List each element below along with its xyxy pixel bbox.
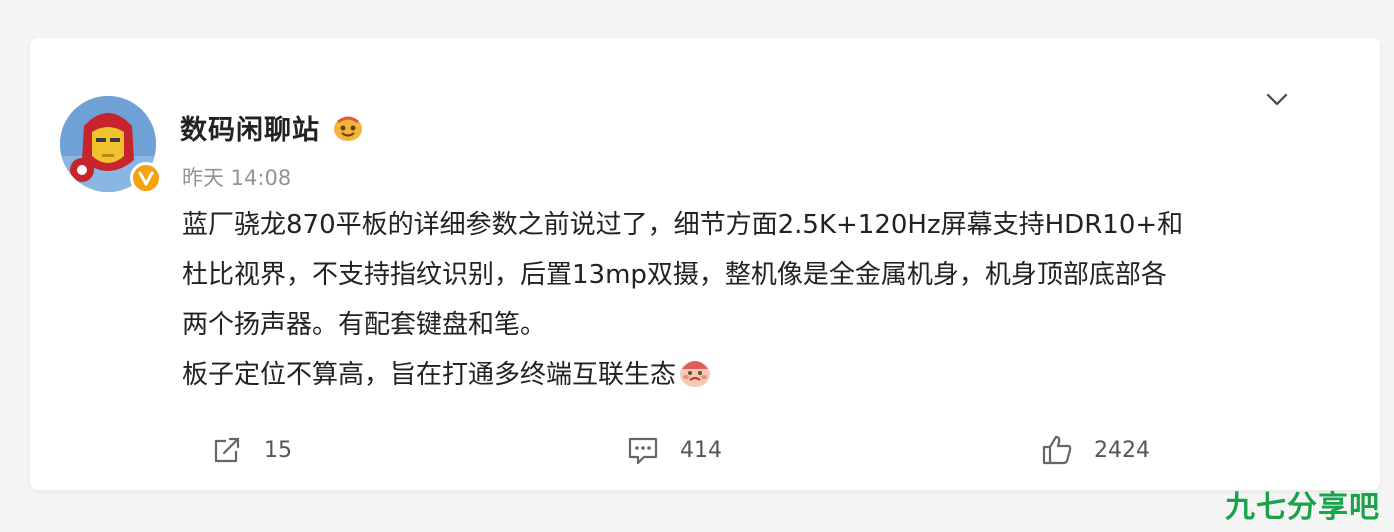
post-content-line: 杜比视界，不支持指纹识别，后置13mp双摄，整机像是全金属机身，机身顶部底部各 <box>182 260 1167 290</box>
super-fan-badge-icon <box>334 116 362 141</box>
chevron-down-icon[interactable] <box>1264 90 1290 110</box>
verified-v-icon <box>138 171 154 186</box>
comment-icon <box>628 437 658 465</box>
post-content-line-last: 板子定位不算高，旨在打通多终端互联生态 <box>182 350 1332 400</box>
username[interactable]: 数码闲聊站 <box>180 108 320 147</box>
watermark: 九七分享吧 <box>1225 490 1380 525</box>
like-button[interactable]: 2424 <box>1040 432 1150 468</box>
post-content-line: 两个扬声器。有配套键盘和笔。 <box>182 310 547 340</box>
emoji-face-icon <box>680 361 711 387</box>
post-timestamp: 昨天 14:08 <box>182 166 292 190</box>
post-content-line: 蓝厂骁龙870平板的详细参数之前说过了，细节方面2.5K+120Hz屏幕支持HD… <box>182 210 1184 240</box>
post-content-text: 板子定位不算高，旨在打通多终端互联生态 <box>182 360 677 390</box>
comment-button[interactable]: 414 <box>626 432 722 468</box>
repost-icon <box>214 437 240 463</box>
repost-count: 15 <box>264 437 292 463</box>
post-actions: 15 414 2424 <box>30 426 1380 474</box>
thumbs-up-icon <box>1042 435 1072 465</box>
like-count: 2424 <box>1094 437 1150 463</box>
post-content: 蓝厂骁龙870平板的详细参数之前说过了，细节方面2.5K+120Hz屏幕支持HD… <box>182 200 1332 400</box>
verified-badge <box>130 162 162 194</box>
weibo-post-card: 数码闲聊站 昨天 14:08 蓝厂骁龙870平板的详细参数之前说过了，细节方面2… <box>30 38 1380 490</box>
repost-button[interactable]: 15 <box>210 432 292 468</box>
comment-count: 414 <box>680 437 722 463</box>
